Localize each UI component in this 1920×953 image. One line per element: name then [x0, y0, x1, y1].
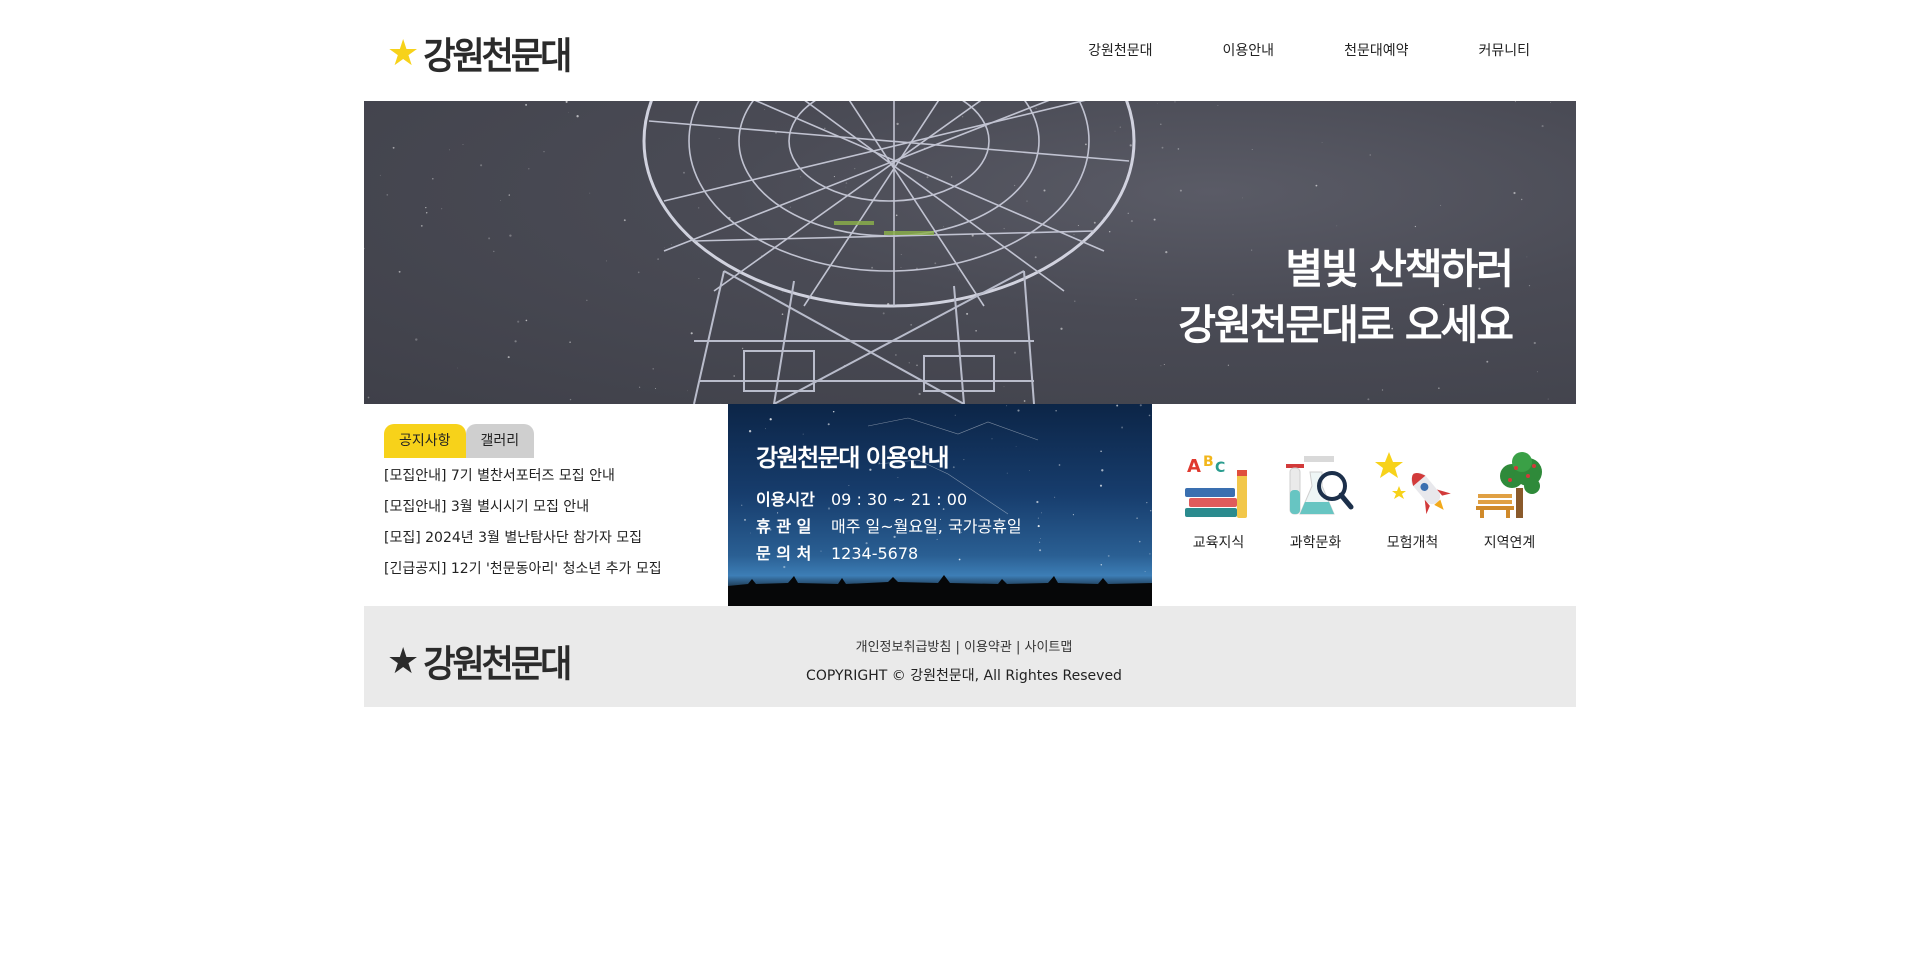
category-science[interactable]: 과학문화 — [1267, 450, 1364, 606]
nav-item-reservation[interactable]: 천문대예약 — [1344, 40, 1408, 60]
logo-text: 강원천문대 — [423, 644, 572, 687]
notice-tabs: 공지사항 갤러리 — [384, 424, 728, 458]
notice-item[interactable]: [모집안내] 7기 별찬서포터즈 모집 안내 — [384, 461, 728, 492]
main-nav: 강원천문대 이용안내 천문대예약 커뮤니티 — [1018, 40, 1530, 60]
usage-info-panel: 강원천문대 이용안내 이용시간 09 : 30 ~ 21 : 00 휴 관 일 … — [728, 404, 1152, 606]
site-header: ★ 강원천문대 강원천문대 이용안내 천문대예약 커뮤니티 — [364, 0, 1576, 101]
notice-item[interactable]: [긴급공지] 12기 '천문동아리' 청소년 추가 모집 — [384, 554, 728, 585]
info-label: 이용시간 — [756, 490, 815, 509]
logo-text: 강원천문대 — [423, 36, 572, 79]
info-value: 매주 일~월요일, 국가공휴일 — [831, 517, 1022, 536]
info-row-hours: 이용시간 09 : 30 ~ 21 : 00 — [756, 486, 1022, 513]
info-label: 휴 관 일 — [756, 517, 812, 536]
copyright-text: COPYRIGHT © 강원천문대, All Rightes Reseved — [806, 668, 1122, 684]
slogan-line-2: 강원천문대로 오세요 — [1178, 301, 1514, 349]
svg-text:A: A — [1187, 456, 1201, 477]
notice-item[interactable]: [모집] 2024년 3월 별난탐사단 참가자 모집 — [384, 523, 728, 554]
nav-item-community[interactable]: 커뮤니티 — [1478, 40, 1530, 60]
notice-item[interactable]: [모집안내] 3월 별시시기 모집 안내 — [384, 492, 728, 523]
info-value: 09 : 30 ~ 21 : 00 — [831, 490, 968, 509]
sitemap-link[interactable]: 사이트맵 — [1025, 640, 1073, 655]
category-label: 교육지식 — [1192, 535, 1245, 551]
page-wrapper: ★ 강원천문대 강원천문대 이용안내 천문대예약 커뮤니티 별빛 산책하러 강원… — [364, 0, 1576, 707]
privacy-policy-link[interactable]: 개인정보취급방침 — [856, 640, 952, 655]
star-icon: ★ — [387, 640, 420, 682]
books-icon: A B C — [1184, 454, 1247, 518]
notice-list: [모집안내] 7기 별찬서포터즈 모집 안내 [모집안내] 3월 별시시기 모집… — [384, 461, 728, 585]
star-icon: ★ — [387, 32, 420, 74]
site-footer: ★ 강원천문대 개인정보취급방침 | 이용약관 | 사이트맵 COPYRIGHT… — [364, 606, 1576, 707]
content-row: 공지사항 갤러리 [모집안내] 7기 별찬서포터즈 모집 안내 [모집안내] 3… — [364, 404, 1576, 606]
info-title: 강원천문대 이용안내 — [756, 444, 950, 472]
info-row-contact: 문 의 처 1234-5678 — [756, 540, 1022, 567]
svg-text:C: C — [1215, 460, 1225, 476]
tab-gallery[interactable]: 갤러리 — [465, 424, 535, 458]
info-label: 문 의 처 — [756, 544, 812, 563]
category-label: 과학문화 — [1289, 535, 1342, 551]
svg-text:B: B — [1203, 454, 1214, 470]
nav-item-guide[interactable]: 이용안내 — [1223, 40, 1275, 60]
info-rows: 이용시간 09 : 30 ~ 21 : 00 휴 관 일 매주 일~월요일, 국… — [756, 486, 1022, 567]
category-regional[interactable]: 지역연계 — [1461, 450, 1558, 606]
nav-item-about[interactable]: 강원천문대 — [1088, 40, 1152, 60]
notice-board: 공지사항 갤러리 [모집안내] 7기 별찬서포터즈 모집 안내 [모집안내] 3… — [364, 404, 728, 606]
tab-notice[interactable]: 공지사항 — [384, 424, 466, 458]
rocket-icon — [1374, 452, 1451, 515]
site-logo[interactable]: ★ 강원천문대 — [387, 28, 572, 79]
info-value: 1234-5678 — [831, 544, 919, 563]
slogan-line-1: 별빛 산책하러 — [1285, 245, 1514, 293]
terms-link[interactable]: 이용약관 — [964, 640, 1012, 655]
link-separator: | — [1015, 640, 1021, 655]
link-separator: | — [955, 640, 960, 655]
category-label: 지역연계 — [1483, 535, 1536, 551]
category-education[interactable]: A B C 교육지식 — [1170, 450, 1267, 606]
tree-bench-icon — [1475, 452, 1542, 518]
info-row-closed: 휴 관 일 매주 일~월요일, 국가공휴일 — [756, 513, 1022, 540]
footer-links: 개인정보취급방침 | 이용약관 | 사이트맵 — [856, 636, 1073, 655]
category-adventure[interactable]: 모험개척 — [1364, 450, 1461, 606]
banner-slogan: 별빛 산책하러 강원천문대로 오세요 — [1178, 241, 1514, 353]
footer-logo[interactable]: ★ 강원천문대 — [387, 636, 572, 687]
category-label: 모험개척 — [1386, 535, 1439, 551]
category-links: A B C 교육지식 과학문화 모험개척 지역연계 — [1152, 404, 1576, 606]
hero-banner: 별빛 산책하러 강원천문대로 오세요 — [364, 101, 1576, 404]
science-icon — [1285, 456, 1353, 515]
